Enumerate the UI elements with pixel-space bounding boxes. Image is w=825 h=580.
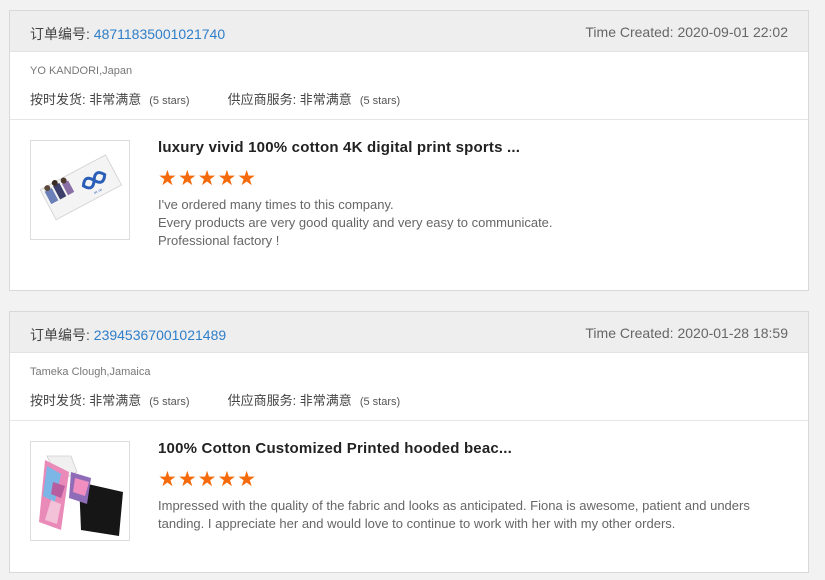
service-ratings: 按时发货: 非常满意 (5 stars) 供应商服务: 非常满意 (5 stars) xyxy=(30,89,400,108)
product-thumbnail[interactable] xyxy=(30,441,130,541)
review-line: Every products are very good quality and… xyxy=(158,215,553,230)
rating-stars: ★★★★★ xyxy=(158,167,258,190)
supplier-stars-text: (5 stars) xyxy=(359,396,401,408)
buyer-name: YO KANDORI,Japan xyxy=(30,65,133,77)
on-time-stars-text: (5 stars) xyxy=(149,396,190,408)
rating-stars: ★★★★★ xyxy=(158,468,258,491)
review-line: Impressed with the quality of the fabric… xyxy=(158,498,750,513)
review-line: I've ordered many times to this company. xyxy=(158,197,394,212)
order-id: 订单编号: 23945367001021489 xyxy=(30,325,226,345)
product-title-link[interactable]: luxury vivid 100% cotton 4K digital prin… xyxy=(158,139,520,156)
on-time-stars-text: (5 stars) xyxy=(149,95,190,107)
buyer-meta: YO KANDORI,Japan 按时发货: 非常满意 (5 stars) 供应商服… xyxy=(10,52,808,120)
buyer-name: Tameka Clough,Jamaica xyxy=(30,366,151,378)
buyer-meta: Tameka Clough,Jamaica 按时发货: 非常满意 (5 stars… xyxy=(10,353,808,421)
order-id: 订单编号: 48711835001021740 xyxy=(30,24,225,44)
review-card: 订单编号: 23945367001021489 Time Created: 20… xyxy=(9,311,809,573)
review-card: 订单编号: 48711835001021740 Time Created: 20… xyxy=(9,10,809,291)
product-image-towel: ∞ ∞ xyxy=(31,141,129,239)
review-line: tanding. I appreciate her and would love… xyxy=(158,516,676,531)
review-text: Impressed with the quality of the fabric… xyxy=(158,497,798,533)
supplier-stars-text: (5 stars) xyxy=(359,95,401,107)
review-line: Professional factory ! xyxy=(158,233,280,248)
order-number-link[interactable]: 48711835001021740 xyxy=(94,26,225,42)
product-title-link[interactable]: 100% Cotton Customized Printed hooded be… xyxy=(158,440,512,457)
order-number-label: 订单编号: xyxy=(30,26,90,42)
on-time-delivery-rating: 按时发货: 非常满意 xyxy=(30,393,142,408)
order-number-label: 订单编号: xyxy=(30,327,90,343)
time-created: Time Created: 2020-01-28 18:59 xyxy=(585,325,788,341)
on-time-delivery-rating: 按时发货: 非常满意 xyxy=(30,92,142,107)
supplier-service-rating: 供应商服务: 非常满意 xyxy=(227,393,352,408)
product-image-hooded-towel xyxy=(31,442,129,540)
service-ratings: 按时发货: 非常满意 (5 stars) 供应商服务: 非常满意 (5 stars) xyxy=(30,390,400,409)
order-header: 订单编号: 23945367001021489 Time Created: 20… xyxy=(10,312,808,353)
order-number-link[interactable]: 23945367001021489 xyxy=(94,327,226,343)
product-thumbnail[interactable]: ∞ ∞ xyxy=(30,140,130,240)
time-created: Time Created: 2020-09-01 22:02 xyxy=(585,24,788,40)
order-header: 订单编号: 48711835001021740 Time Created: 20… xyxy=(10,11,808,52)
supplier-service-rating: 供应商服务: 非常满意 xyxy=(227,92,352,107)
review-text: I've ordered many times to this company.… xyxy=(158,196,798,250)
